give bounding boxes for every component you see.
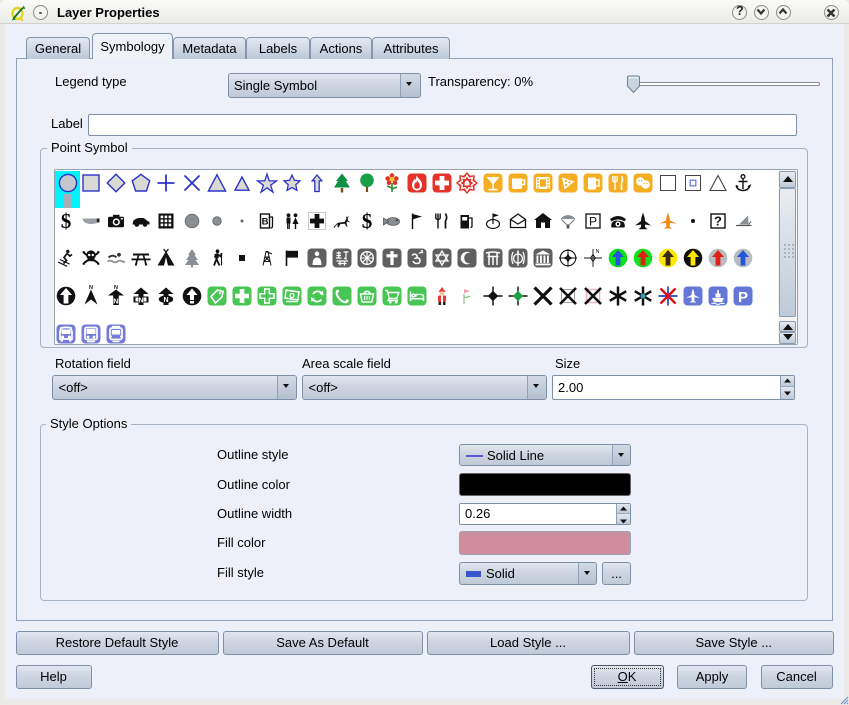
svg-text:N: N [164,297,169,304]
svg-text:?: ? [714,213,722,228]
svg-text:N: N [114,285,118,291]
svg-text:N: N [139,298,144,305]
svg-text:$: $ [362,210,373,232]
svg-text:N: N [595,249,599,255]
svg-text:P: P [589,214,597,228]
svg-text:P: P [738,289,748,306]
svg-text:N: N [114,297,119,306]
svg-text:B: B [261,216,268,227]
svg-text:N: N [89,285,93,291]
svg-text:$: $ [61,210,72,232]
